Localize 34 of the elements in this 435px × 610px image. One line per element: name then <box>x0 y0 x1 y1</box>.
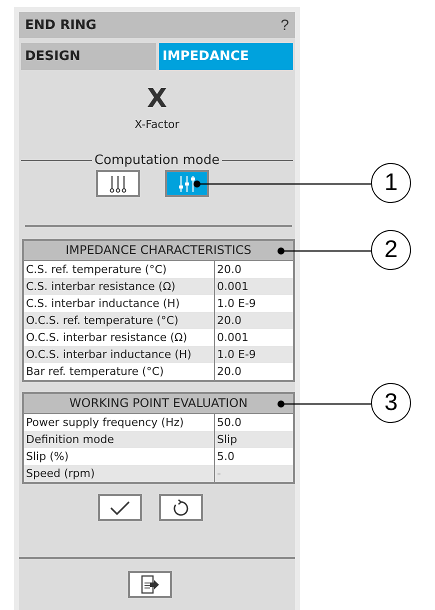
table-cell-text: 1.0 E-9 <box>216 347 257 363</box>
table-cell-text: 5.0 <box>216 449 236 465</box>
sliders-icon <box>178 174 196 192</box>
callout-badge: 3 <box>371 383 411 423</box>
factor-label: X-Factor <box>134 118 180 131</box>
action-button[interactable] <box>158 494 202 521</box>
table-cell-text: 0.001 <box>216 279 250 295</box>
check-icon <box>108 500 130 516</box>
action-button[interactable] <box>98 494 142 521</box>
table-cell-text: 20.0 <box>216 262 242 278</box>
table-cell-text: Slip <box>216 432 238 448</box>
help-button[interactable]: ? <box>280 16 289 34</box>
table-header: IMPEDANCE CHARACTERISTICS <box>24 241 293 261</box>
export-button[interactable] <box>128 571 172 598</box>
factor-symbol: X <box>146 84 168 114</box>
section-label: Computation mode <box>94 153 220 168</box>
export-icon <box>140 574 160 594</box>
callout-badge: 2 <box>371 230 411 270</box>
tab[interactable]: DESIGN <box>21 43 156 70</box>
callout-badge: 1 <box>371 163 411 203</box>
sliders-icon <box>108 174 126 192</box>
table-cell: Speed (rpm) <box>24 465 215 482</box>
panel-title: END RING <box>25 18 96 32</box>
mode-button[interactable] <box>164 170 208 197</box>
table-cell-text: 20.0 <box>216 364 242 380</box>
table-cell: Bar ref. temperature (°C) <box>24 363 215 380</box>
table-cell-text: 20.0 <box>216 313 242 329</box>
table-cell-text: - <box>216 466 222 482</box>
reset-icon <box>172 498 190 516</box>
mode-button[interactable] <box>96 170 140 197</box>
table-cell-text: 1.0 E-9 <box>216 296 257 312</box>
table-cell-text: 0.001 <box>216 330 250 346</box>
table-cell-text: 50.0 <box>216 415 242 431</box>
table-header: WORKING POINT EVALUATION <box>24 394 293 414</box>
